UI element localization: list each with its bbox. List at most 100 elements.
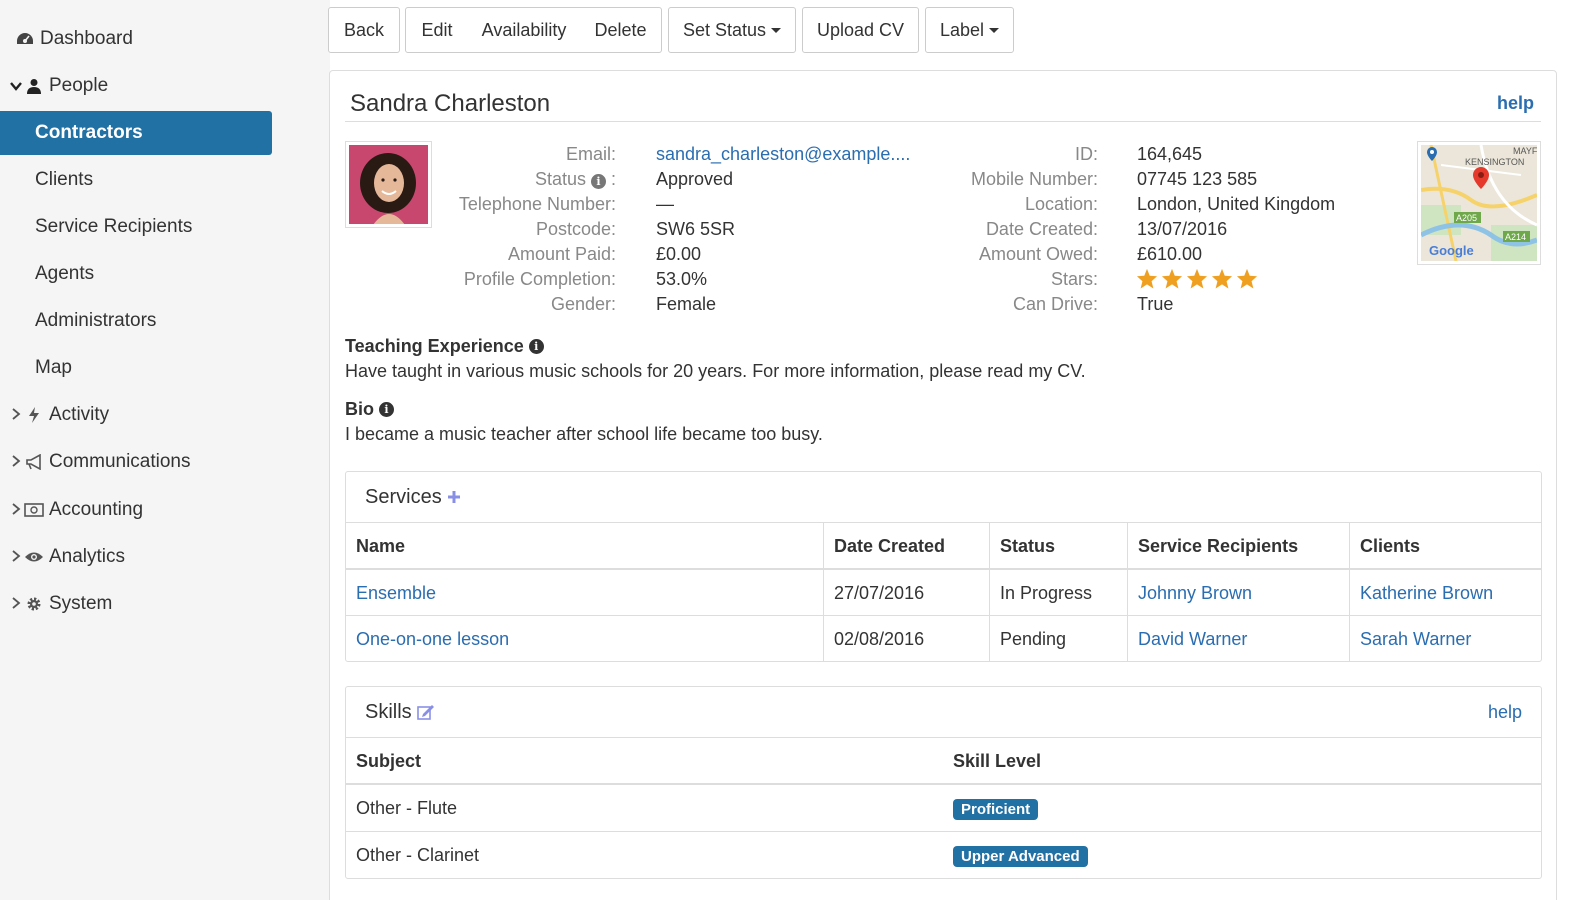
skill-subject: Other - Clarinet [356, 845, 480, 865]
info-icon[interactable]: i [528, 339, 544, 354]
sidebar-item-label: Administrators [35, 310, 157, 331]
skills-help-link[interactable]: help [1488, 702, 1522, 723]
star-icon [1236, 268, 1258, 294]
skills-panel: Skills help Subject Skill Level Other - … [345, 686, 1542, 879]
star-icon [1186, 268, 1208, 294]
sidebar-item-label: Clients [35, 169, 94, 190]
gender-value: Female [656, 294, 717, 314]
profile-completion-value: 53.0% [656, 269, 708, 289]
service-recipient-link[interactable]: Johnny Brown [1138, 583, 1252, 604]
avatar [345, 141, 432, 228]
sidebar-item-communications[interactable]: Communications [0, 440, 272, 484]
id-value: 164,645 [1137, 144, 1203, 164]
sidebar-item-clients[interactable]: Clients [0, 158, 272, 202]
header-divider [346, 783, 1541, 785]
sidebar-item-system[interactable]: System [0, 582, 272, 626]
teaching-experience-title: Teaching Experience [345, 336, 524, 356]
id-label: ID: [1074, 144, 1098, 164]
star-icon [1136, 268, 1158, 294]
dashboard-icon [14, 31, 36, 47]
telephone-value: — [656, 194, 674, 214]
availability-button[interactable]: Availability [468, 7, 581, 53]
amount-owed-label: Amount Owed: [978, 244, 1098, 264]
service-recipient-link[interactable]: David Warner [1138, 629, 1247, 650]
star-icon [1211, 268, 1233, 294]
telephone-label: Telephone Number: [458, 194, 616, 214]
sidebar-item-contractors[interactable]: Contractors [0, 111, 272, 155]
sidebar-item-label: Analytics [49, 546, 126, 567]
column-header-skill-level: Skill Level [953, 751, 1042, 771]
sidebar-item-activity[interactable]: Activity [0, 393, 272, 437]
location-map[interactable]: A205 A214 KENSINGTON MAYF Google [1417, 141, 1541, 265]
stars-rating [1136, 268, 1258, 294]
info-icon[interactable]: i [590, 174, 606, 189]
chevron-down-icon [9, 78, 23, 94]
skill-level-badge: Proficient [953, 799, 1039, 820]
amount-owed-value: £610.00 [1137, 244, 1203, 264]
sidebar-item-analytics[interactable]: Analytics [0, 535, 272, 579]
column-header-date-created: Date Created [834, 536, 946, 556]
map-road-a214: A214 [1505, 232, 1526, 242]
map-brand: Google [1429, 243, 1474, 258]
plus-icon[interactable] [447, 490, 461, 504]
eye-icon [23, 551, 45, 563]
caret-down-icon [771, 27, 782, 33]
delete-button[interactable]: Delete [580, 7, 662, 53]
info-icon[interactable]: i [379, 402, 394, 417]
row-divider [346, 615, 1541, 616]
upload-cv-button[interactable]: Upload CV [802, 7, 919, 53]
service-status: In Progress [1000, 583, 1093, 603]
services-header: Services [346, 472, 1541, 523]
divider [345, 121, 1541, 122]
email-value[interactable]: sandra_charleston@example.... [656, 144, 910, 165]
help-link[interactable]: help [1497, 93, 1534, 114]
amount-paid-value: £0.00 [656, 244, 702, 264]
col-divider [823, 523, 824, 662]
sidebar-item-agents[interactable]: Agents [0, 252, 272, 296]
edit-button[interactable]: Edit [405, 7, 469, 53]
sidebar: Dashboard People Contractors Clients Ser… [0, 0, 330, 900]
bio-title: Bio [345, 399, 374, 419]
client-link[interactable]: Sarah Warner [1360, 629, 1471, 650]
chevron-right-icon [9, 454, 23, 470]
user-icon [23, 78, 45, 94]
back-button[interactable]: Back [328, 7, 400, 53]
chevron-right-icon [9, 502, 23, 518]
skill-level-badge: Upper Advanced [953, 846, 1088, 867]
skills-title: Skills [365, 700, 412, 723]
sidebar-item-people[interactable]: People [0, 64, 272, 108]
can-drive-label: Can Drive: [1012, 294, 1098, 314]
map-area-label: KENSINGTON [1465, 157, 1524, 167]
service-name-link[interactable]: One-on-one lesson [356, 629, 509, 650]
sidebar-item-label: Accounting [49, 499, 144, 520]
money-icon [23, 503, 45, 517]
email-label: Email: [565, 144, 616, 164]
edit-icon[interactable] [416, 704, 435, 720]
label-button[interactable]: Label [925, 7, 1014, 53]
sidebar-item-accounting[interactable]: Accounting [0, 488, 272, 532]
status-label: Status i : [535, 169, 616, 190]
services-title: Services [365, 485, 442, 508]
sidebar-item-map[interactable]: Map [0, 346, 272, 390]
service-name-link[interactable]: Ensemble [356, 583, 436, 604]
sidebar-item-administrators[interactable]: Administrators [0, 299, 272, 343]
service-date: 02/08/2016 [834, 629, 925, 649]
sidebar-item-service-recipients[interactable]: Service Recipients [0, 205, 272, 249]
chevron-right-icon [9, 596, 23, 612]
column-header-clients: Clients [1360, 536, 1421, 556]
sidebar-item-label: Activity [49, 404, 110, 425]
caret-down-icon [989, 27, 1000, 33]
set-status-button[interactable]: Set Status [668, 7, 796, 53]
map-road-a205: A205 [1456, 213, 1477, 223]
profile-panel: Sandra Charleston help Email: sandra_cha… [329, 70, 1557, 900]
sidebar-item-dashboard[interactable]: Dashboard [0, 17, 272, 61]
teaching-experience-text: Have taught in various music schools for… [345, 361, 1086, 381]
label-button-label: Label [939, 19, 985, 40]
header-divider [346, 568, 1541, 570]
chevron-right-icon [9, 407, 23, 423]
service-date: 27/07/2016 [834, 583, 925, 603]
skills-header: Skills help [346, 687, 1541, 738]
row-divider [346, 831, 1541, 832]
client-link[interactable]: Katherine Brown [1360, 583, 1493, 604]
col-divider [1349, 523, 1350, 662]
